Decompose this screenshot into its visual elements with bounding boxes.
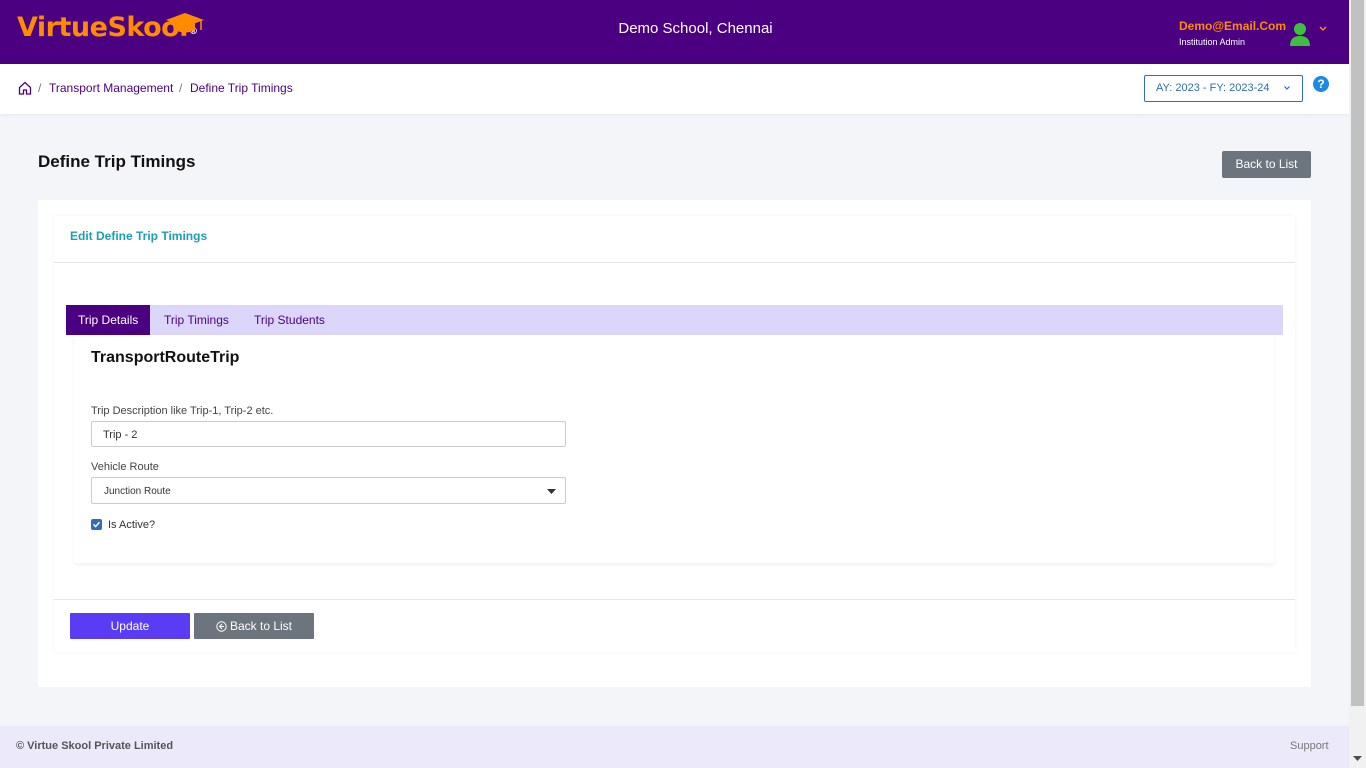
tab-trip-details[interactable]: Trip Details (66, 305, 151, 335)
trip-description-input[interactable]: Trip - 2 (91, 421, 566, 447)
page-title: Define Trip Timings (38, 152, 196, 171)
breadcrumb-bar: / Transport Management / Define Trip Tim… (0, 64, 1349, 114)
scroll-down-arrow-icon[interactable] (1353, 756, 1362, 762)
breadcrumb-item-define-trip-timings[interactable]: Define Trip Timings (190, 81, 293, 95)
tab-trip-students[interactable]: Trip Students (242, 305, 337, 335)
section-title: TransportRouteTrip (91, 349, 240, 366)
is-active-checkbox[interactable] (91, 519, 102, 530)
card-title: Edit Define Trip Timings (70, 229, 208, 243)
breadcrumb-separator: / (38, 81, 42, 95)
user-avatar-icon[interactable] (1289, 22, 1311, 46)
top-header: VirtueSkool® Demo School, Chennai Demo@E… (0, 0, 1349, 64)
academic-year-value: AY: 2023 - FY: 2023-24 (1156, 82, 1270, 94)
user-role: Institution Admin (1179, 37, 1246, 47)
back-to-list-label: Back to List (229, 619, 293, 633)
academic-year-select[interactable]: AY: 2023 - FY: 2023-24 (1144, 75, 1303, 102)
breadcrumb-separator: / (179, 81, 183, 95)
trip-details-panel: TransportRouteTrip Trip Description like… (74, 335, 1274, 563)
vehicle-route-value: Junction Route (104, 486, 171, 497)
edit-form-card: Edit Define Trip Timings Trip Details Tr… (54, 216, 1295, 652)
help-icon[interactable]: ? (1313, 76, 1329, 92)
check-icon (92, 521, 101, 528)
caret-down-icon (547, 489, 556, 494)
vehicle-route-label: Vehicle Route (91, 461, 159, 473)
vehicle-route-select[interactable]: Junction Route (91, 477, 566, 504)
support-link[interactable]: Support (1290, 740, 1329, 752)
arrow-left-circle-icon (216, 621, 227, 632)
divider (54, 262, 1295, 263)
update-button[interactable]: Update (70, 613, 190, 639)
user-email[interactable]: Demo@Email.Com (1179, 19, 1286, 33)
is-active-label: Is Active? (108, 519, 156, 531)
footer: © Virtue Skool Private Limited Support (0, 726, 1349, 768)
chevron-down-icon (1284, 86, 1290, 90)
divider (54, 599, 1295, 600)
back-to-list-button[interactable]: Back to List (1222, 151, 1311, 178)
scrollbar-thumb[interactable] (1351, 0, 1364, 706)
tab-bar: Trip Details Trip Timings Trip Students (66, 305, 1283, 335)
tab-trip-timings[interactable]: Trip Timings (152, 305, 241, 335)
school-name: Demo School, Chennai (618, 20, 773, 37)
trip-description-label: Trip Description like Trip-1, Trip-2 etc… (91, 405, 274, 417)
copyright-text: © Virtue Skool Private Limited (16, 740, 174, 752)
chevron-down-icon[interactable] (1318, 24, 1328, 34)
home-icon[interactable] (18, 81, 32, 95)
back-to-list-bottom-button[interactable]: Back to List (194, 613, 314, 639)
main-card: Edit Define Trip Timings Trip Details Tr… (38, 200, 1311, 687)
breadcrumb-item-transport-management[interactable]: Transport Management (49, 81, 173, 95)
